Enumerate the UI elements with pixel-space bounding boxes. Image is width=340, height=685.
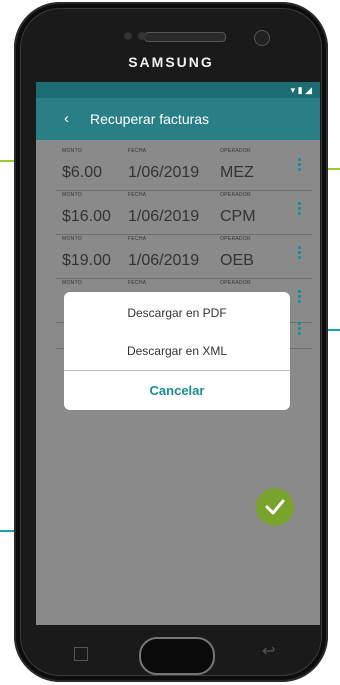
home-button[interactable] — [139, 637, 215, 675]
operator-label: OPERADOR — [220, 280, 252, 286]
earpiece-speaker — [144, 32, 226, 42]
invoice-row[interactable]: MONTO FECHA OPERADOR $6.00 1/06/2019 MEZ — [56, 144, 312, 191]
invoice-row[interactable]: MONTO FECHA OPERADOR $16.00 1/06/2019 CP… — [56, 188, 312, 235]
date-label: FECHA — [128, 192, 147, 198]
date-value: 1/06/2019 — [128, 208, 200, 225]
amount-value: $19.00 — [62, 252, 111, 269]
date-label: FECHA — [128, 280, 147, 286]
dialog-divider — [64, 370, 290, 371]
date-value: 1/06/2019 — [128, 252, 200, 269]
back-nav-icon[interactable]: ↩ — [262, 641, 275, 661]
sensor-dot — [124, 32, 132, 40]
back-icon[interactable]: ‹ — [64, 110, 69, 127]
check-icon — [265, 499, 285, 515]
device-brand: SAMSUNG — [128, 54, 214, 70]
operator-value: OEB — [220, 252, 254, 269]
amount-label: MONTO — [62, 236, 83, 242]
amount-value: $6.00 — [62, 164, 103, 181]
app-bar: ‹ Recuperar facturas — [36, 98, 320, 140]
app-screen: ▾ ▮ ◢ ‹ Recuperar facturas MONTO FECHA O… — [36, 82, 320, 625]
date-label: FECHA — [128, 236, 147, 242]
download-dialog: Descargar en PDF Descargar en XML Cancel… — [64, 292, 290, 410]
amount-label: MONTO — [62, 192, 83, 198]
more-options-icon[interactable] — [298, 158, 302, 174]
more-options-icon[interactable] — [298, 290, 302, 306]
date-label: FECHA — [128, 148, 147, 154]
invoice-row[interactable]: MONTO FECHA OPERADOR $19.00 1/06/2019 OE… — [56, 232, 312, 279]
operator-label: OPERADOR — [220, 236, 252, 242]
operator-value: CPM — [220, 208, 256, 225]
operator-label: OPERADOR — [220, 148, 252, 154]
device-nav-bar: ↩ — [36, 625, 320, 675]
amount-value: $16.00 — [62, 208, 111, 225]
more-options-icon[interactable] — [298, 322, 302, 338]
download-pdf-option[interactable]: Descargar en PDF — [64, 306, 290, 320]
front-camera-icon — [254, 30, 270, 46]
recent-apps-icon[interactable] — [74, 647, 88, 661]
confirm-button[interactable] — [256, 488, 294, 526]
amount-label: MONTO — [62, 280, 83, 286]
date-value: 1/06/2019 — [128, 164, 200, 181]
more-options-icon[interactable] — [298, 202, 302, 218]
sensor-dot — [138, 32, 146, 40]
status-bar: ▾ ▮ ◢ — [36, 82, 320, 98]
amount-label: MONTO — [62, 148, 83, 154]
operator-label: OPERADOR — [220, 192, 252, 198]
operator-value: MEZ — [220, 164, 254, 181]
status-icons: ▾ ▮ ◢ — [290, 85, 312, 95]
more-options-icon[interactable] — [298, 246, 302, 262]
page-title: Recuperar facturas — [90, 111, 210, 127]
cancel-button[interactable]: Cancelar — [64, 383, 290, 398]
download-xml-option[interactable]: Descargar en XML — [64, 344, 290, 358]
